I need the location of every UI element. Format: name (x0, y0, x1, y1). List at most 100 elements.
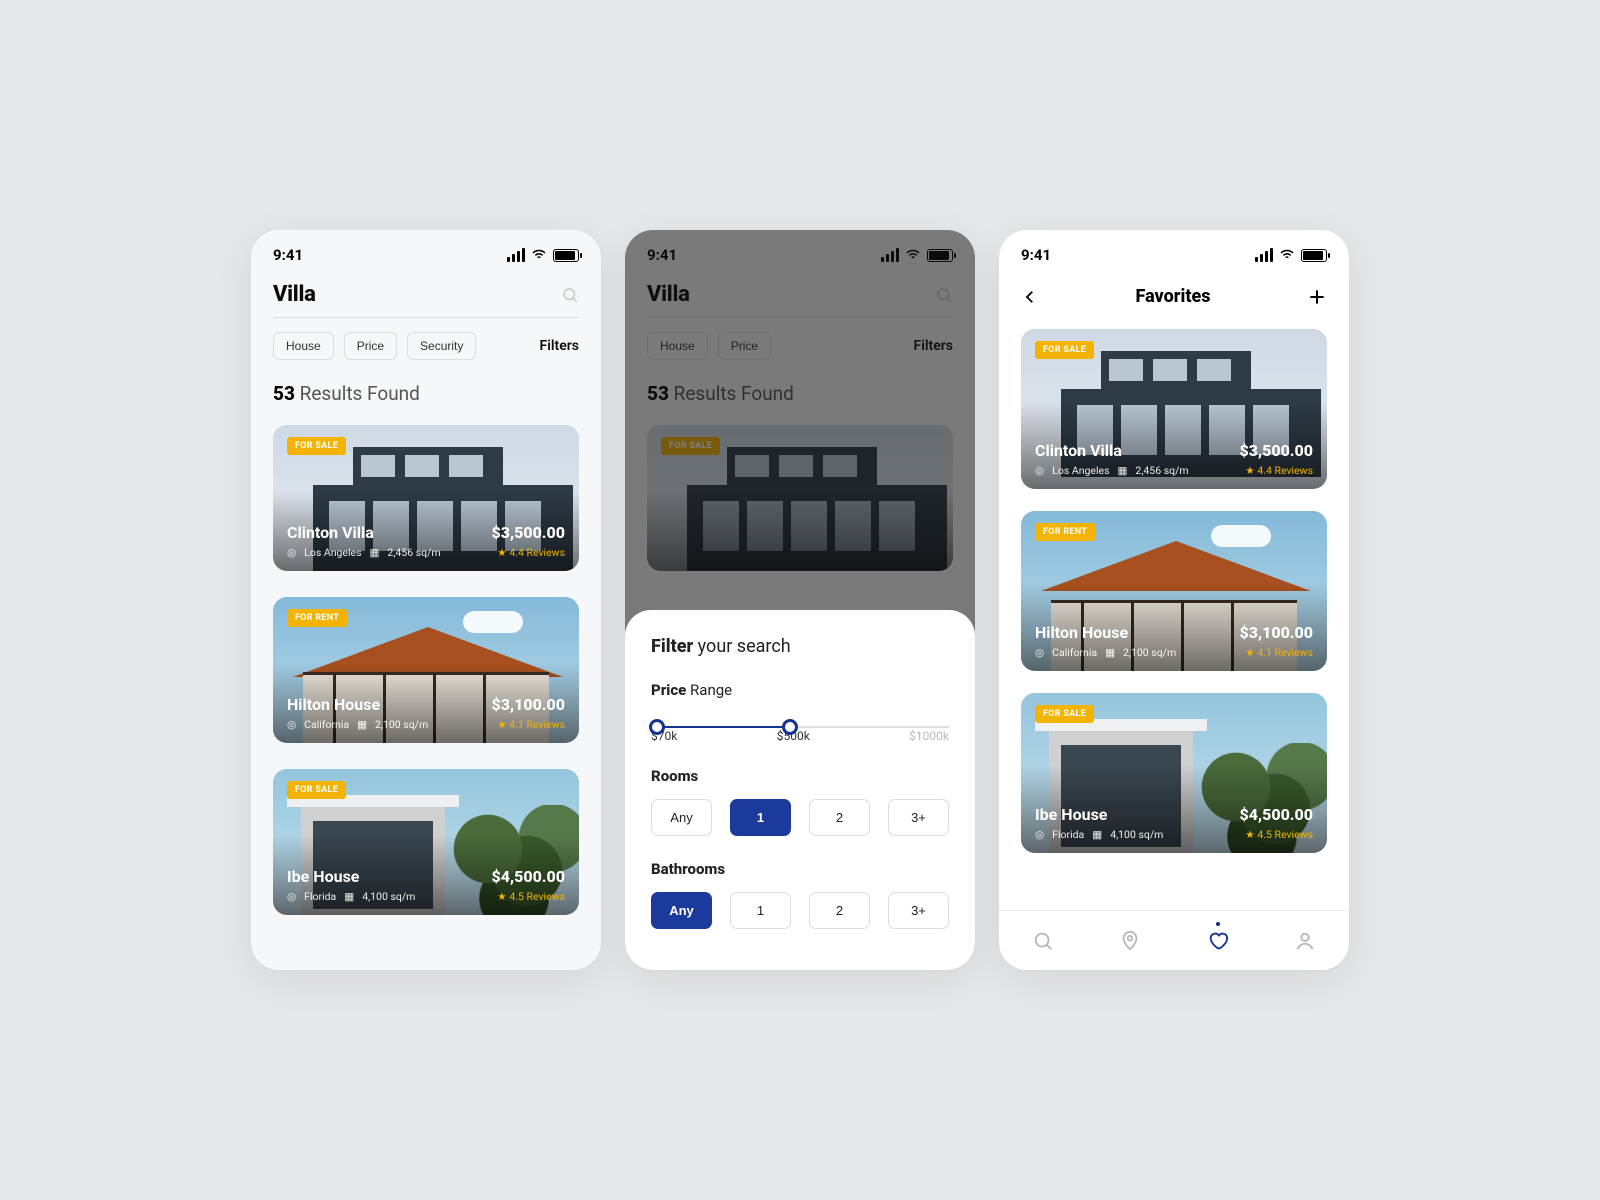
search-icon (1032, 930, 1054, 952)
results-count: 53 (273, 382, 295, 405)
sheet-title: Filter your search (651, 636, 949, 657)
listing-badge: FOR RENT (287, 609, 347, 627)
page-title: Favorites (1136, 286, 1211, 307)
location-icon: ◎ (1035, 646, 1044, 659)
listing-rating: ★ 4.1 Reviews (1240, 646, 1313, 659)
listing-badge: FOR SALE (1035, 341, 1094, 359)
area-icon: ▦ (1118, 464, 1128, 477)
listing-badge: FOR SALE (1035, 705, 1094, 723)
bath-opt-3plus[interactable]: 3+ (888, 892, 949, 929)
location-icon: ◎ (287, 546, 296, 559)
location-pin-icon (1119, 930, 1141, 952)
wifi-icon (531, 247, 547, 263)
location-icon: ◎ (1035, 464, 1044, 477)
area-icon: ▦ (344, 890, 354, 903)
area-icon: ▦ (370, 546, 380, 559)
listing-badge: FOR SALE (287, 437, 346, 455)
tab-profile[interactable] (1294, 930, 1316, 952)
area-icon: ▦ (1092, 828, 1102, 841)
search-icon[interactable] (561, 286, 579, 304)
rooms-opt-3plus[interactable]: 3+ (888, 799, 949, 836)
search-term[interactable]: Villa (273, 282, 316, 307)
signal-icon (507, 248, 525, 262)
wifi-icon (1279, 247, 1295, 263)
listing-name: Ibe House (287, 867, 415, 886)
listing-area: 4,100 sq/m (362, 890, 415, 903)
chevron-left-icon (1021, 288, 1039, 306)
slider-labels: $70k $500k $1000k (651, 729, 949, 743)
listing-city: Los Angeles (1052, 464, 1109, 477)
listing-card[interactable]: FOR SALE Ibe House ◎ Florida ▦ 4,100 sq/… (273, 769, 579, 915)
listing-area: 2,456 sq/m (387, 546, 440, 559)
rooms-opt-1[interactable]: 1 (730, 799, 791, 836)
status-indicators (507, 247, 579, 263)
filters-link[interactable]: Filters (540, 338, 579, 354)
screen-filter-sheet: 9:41 Villa House Price Filters 53 Result… (625, 230, 975, 970)
listing-area: 2,456 sq/m (1135, 464, 1188, 477)
listing-rating: ★ 4.5 Reviews (1240, 828, 1313, 841)
listing-name: Hilton House (1035, 623, 1176, 642)
listing-card[interactable]: FOR SALE Clinton Villa ◎ Los Angeles ▦ 2,45… (1021, 329, 1327, 489)
listing-cards: FOR SALE Clinton Villa ◎ Los Angeles ▦ 2… (251, 415, 601, 915)
listing-card[interactable]: FOR RENT Hilton House ◎California▦2,100 … (1021, 511, 1327, 671)
listing-price: $4,500.00 (492, 867, 565, 886)
filter-sheet: Filter your search Price Range $70k $500… (625, 610, 975, 970)
listing-badge: FOR RENT (1035, 523, 1095, 541)
listing-area: 2,100 sq/m (375, 718, 428, 731)
listing-price: $3,100.00 (492, 695, 565, 714)
rooms-opt-2[interactable]: 2 (809, 799, 870, 836)
tab-favorites[interactable] (1207, 930, 1229, 952)
bath-opt-2[interactable]: 2 (809, 892, 870, 929)
listing-price: $3,500.00 (492, 523, 565, 542)
bathrooms-section-title: Bathrooms (651, 860, 949, 878)
listing-rating: ★ 4.5 Reviews (492, 890, 565, 903)
chip-price[interactable]: Price (344, 332, 397, 360)
listing-rating: ★ 4.4 Reviews (1240, 464, 1313, 477)
listing-rating: ★ 4.4 Reviews (492, 546, 565, 559)
results-label: Results Found (300, 382, 420, 405)
screen-favorites: 9:41 Favorites FOR SALE C (999, 230, 1349, 970)
listing-name: Clinton Villa (1035, 441, 1189, 460)
area-icon: ▦ (1105, 646, 1115, 659)
slider-thumb-max[interactable] (782, 719, 798, 735)
results-count-line: 53 Results Found (251, 360, 601, 415)
location-icon: ◎ (287, 890, 296, 903)
chip-security[interactable]: Security (407, 332, 476, 360)
add-button[interactable] (1307, 287, 1327, 307)
listing-card[interactable]: FOR SALE Ibe House ◎Florida▦4,100 sq/m $… (1021, 693, 1327, 853)
filter-chips-row: House Price Security Filters (251, 318, 601, 360)
listing-city: Los Angeles (304, 546, 361, 559)
back-button[interactable] (1021, 288, 1039, 306)
status-bar: 9:41 (251, 230, 601, 272)
chip-house[interactable]: House (273, 332, 334, 360)
listing-price: $3,500.00 (1240, 441, 1313, 460)
battery-icon (553, 249, 579, 262)
listing-city: California (1052, 646, 1097, 659)
plus-icon (1307, 287, 1327, 307)
rooms-options: Any 1 2 3+ (651, 799, 949, 836)
listing-card[interactable]: FOR SALE Clinton Villa ◎ Los Angeles ▦ 2… (273, 425, 579, 571)
tab-map[interactable] (1119, 930, 1141, 952)
tab-search[interactable] (1032, 930, 1054, 952)
slider-thumb-min[interactable] (649, 719, 665, 735)
tab-bar (999, 910, 1349, 970)
listing-rating: ★ 4.1 Reviews (492, 718, 565, 731)
location-icon: ◎ (287, 718, 296, 731)
listing-card[interactable]: FOR RENT Hilton House ◎ California ▦ 2,1… (273, 597, 579, 743)
search-header: Villa (251, 272, 601, 318)
listing-city: California (304, 718, 349, 731)
listing-city: Florida (1052, 828, 1084, 841)
slider-max-label: $1000k (909, 729, 949, 743)
bathrooms-options: Any 1 2 3+ (651, 892, 949, 929)
listing-price: $3,100.00 (1240, 623, 1313, 642)
user-icon (1294, 930, 1316, 952)
status-time: 9:41 (273, 246, 303, 264)
listing-badge: FOR SALE (287, 781, 346, 799)
battery-icon (1301, 249, 1327, 262)
rooms-opt-any[interactable]: Any (651, 799, 712, 836)
bath-opt-any[interactable]: Any (651, 892, 712, 929)
listing-area: 4,100 sq/m (1110, 828, 1163, 841)
bath-opt-1[interactable]: 1 (730, 892, 791, 929)
listing-name: Ibe House (1035, 805, 1163, 824)
screen-search-results: 9:41 Villa House Price Security Filters … (251, 230, 601, 970)
